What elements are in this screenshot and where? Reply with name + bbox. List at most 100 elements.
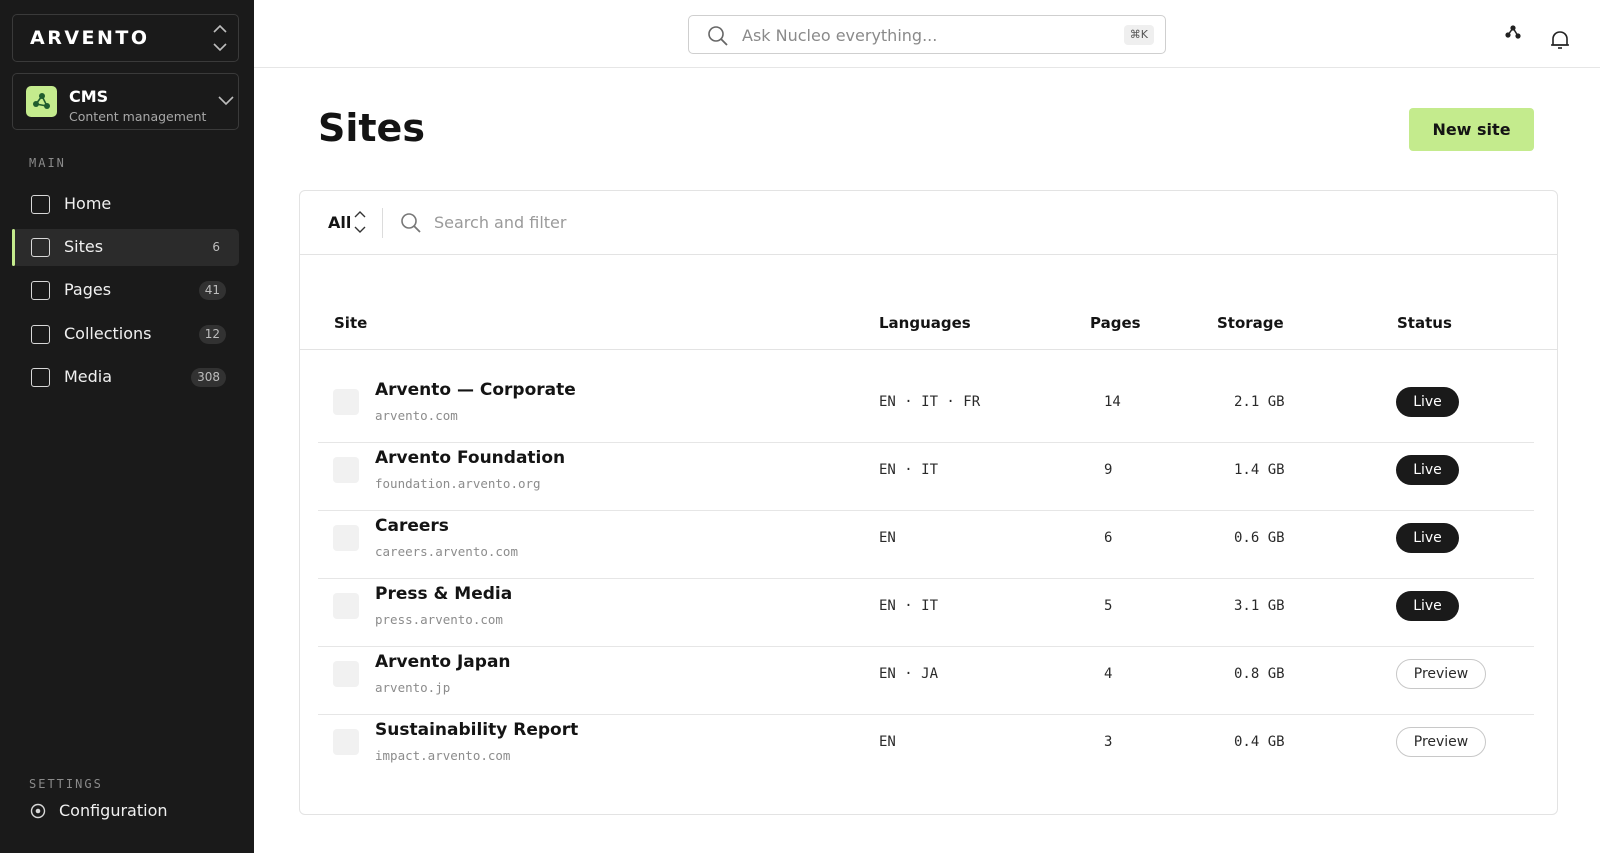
site-name[interactable]: Arvento — Corporate xyxy=(375,380,576,400)
site-languages: EN · IT xyxy=(879,598,939,614)
search-icon xyxy=(401,213,421,233)
site-thumbnail xyxy=(333,457,359,483)
pages-icon xyxy=(31,281,50,300)
site-thumbnail xyxy=(333,525,359,551)
count-badge: 6 xyxy=(212,240,220,254)
new-site-button[interactable]: New site xyxy=(1409,108,1534,151)
site-pages: 3 xyxy=(1104,734,1113,750)
filter-bar: All Search and filter xyxy=(300,191,1557,255)
column-header-status[interactable]: Status xyxy=(1397,314,1452,332)
site-storage: 0.6 GB xyxy=(1234,530,1285,546)
site-thumbnail xyxy=(333,389,359,415)
site-pages: 5 xyxy=(1104,598,1113,614)
filter-selected-value: All xyxy=(328,212,352,232)
site-name[interactable]: Careers xyxy=(375,516,449,536)
filter-select[interactable]: All xyxy=(328,207,367,237)
brand-name: ARVENTO xyxy=(30,27,150,49)
table-row[interactable]: Sustainability Report impact.arvento.com… xyxy=(318,715,1534,783)
page-title: Sites xyxy=(318,106,425,150)
status-badge: Live xyxy=(1396,523,1459,553)
sidebar-item-configuration[interactable]: Configuration xyxy=(30,801,168,820)
media-icon xyxy=(31,368,50,387)
status-badge: Preview xyxy=(1396,659,1486,689)
count-badge: 41 xyxy=(198,281,226,300)
site-pages: 4 xyxy=(1104,666,1113,682)
collections-icon xyxy=(31,325,50,344)
table-row[interactable]: Press & Media press.arvento.com EN · IT … xyxy=(318,579,1534,647)
site-languages: EN xyxy=(879,734,896,750)
section-label-main: MAIN xyxy=(29,156,66,170)
site-storage: 1.4 GB xyxy=(1234,462,1285,478)
configuration-label: Configuration xyxy=(59,801,168,820)
site-domain: arvento.jp xyxy=(375,680,451,695)
shortcut-hint: ⌘K xyxy=(1123,25,1154,45)
section-label-settings: SETTINGS xyxy=(29,777,103,791)
site-pages: 9 xyxy=(1104,462,1113,478)
site-name[interactable]: Arvento Foundation xyxy=(375,448,565,468)
column-header-site[interactable]: Site xyxy=(334,314,367,332)
workspace-subtitle: Content management xyxy=(69,109,207,124)
site-languages: EN xyxy=(879,530,896,546)
site-thumbnail xyxy=(333,661,359,687)
site-thumbnail xyxy=(333,593,359,619)
site-domain: arvento.com xyxy=(375,408,458,423)
chevron-up-down-icon xyxy=(354,211,366,233)
count-badge: 12 xyxy=(198,325,226,344)
column-header-pages[interactable]: Pages xyxy=(1090,314,1141,332)
sidebar-item-collections[interactable]: Collections 12 xyxy=(12,316,239,353)
sites-icon xyxy=(31,238,50,257)
sidebar: ARVENTO CMS Content management MAIN Home… xyxy=(0,0,254,853)
search-placeholder: Ask Nucleo everything... xyxy=(742,26,938,45)
sidebar-item-label: Collections xyxy=(64,324,152,343)
workspace-title: CMS xyxy=(69,87,109,106)
workspace-switcher[interactable]: CMS Content management xyxy=(12,73,239,130)
site-languages: EN · IT · FR xyxy=(879,394,981,410)
site-domain: press.arvento.com xyxy=(375,612,503,627)
settings-icon xyxy=(30,803,46,818)
site-storage: 0.8 GB xyxy=(1234,666,1285,682)
status-badge: Live xyxy=(1396,591,1459,621)
status-badge: Live xyxy=(1396,455,1459,485)
home-icon xyxy=(31,195,50,214)
table-row[interactable]: Arvento Foundation foundation.arvento.or… xyxy=(318,443,1534,511)
site-name[interactable]: Press & Media xyxy=(375,584,512,604)
brand-switcher[interactable]: ARVENTO xyxy=(12,14,239,62)
divider xyxy=(382,208,383,238)
bell-icon[interactable] xyxy=(1548,28,1572,52)
site-pages: 14 xyxy=(1104,394,1121,410)
integrations-icon[interactable] xyxy=(1501,22,1525,46)
status-badge: Live xyxy=(1396,387,1459,417)
column-header-languages[interactable]: Languages xyxy=(879,314,971,332)
sidebar-item-label: Sites xyxy=(64,237,104,256)
site-domain: careers.arvento.com xyxy=(375,544,518,559)
site-name[interactable]: Arvento Japan xyxy=(375,652,511,672)
topbar: Ask Nucleo everything... ⌘K xyxy=(254,0,1600,68)
chevron-down-icon xyxy=(218,96,234,106)
site-domain: impact.arvento.com xyxy=(375,748,511,763)
site-name[interactable]: Sustainability Report xyxy=(375,720,578,740)
site-domain: foundation.arvento.org xyxy=(375,476,541,491)
global-search-input[interactable]: Ask Nucleo everything... ⌘K xyxy=(688,15,1166,54)
sidebar-item-media[interactable]: Media 308 xyxy=(12,359,239,396)
sidebar-item-home[interactable]: Home xyxy=(12,186,239,223)
sidebar-item-label: Media xyxy=(64,367,113,386)
site-storage: 2.1 GB xyxy=(1234,394,1285,410)
header-divider xyxy=(300,349,1557,350)
table-row[interactable]: Careers careers.arvento.com EN 6 0.6 GB … xyxy=(318,511,1534,579)
chevron-up-down-icon xyxy=(213,24,227,52)
count-badge: 308 xyxy=(191,368,226,387)
filter-search-input[interactable]: Search and filter xyxy=(434,213,566,232)
sidebar-item-label: Home xyxy=(64,194,112,213)
sidebar-item-label: Pages xyxy=(64,280,112,299)
site-pages: 6 xyxy=(1104,530,1113,546)
sidebar-item-pages[interactable]: Pages 41 xyxy=(12,272,239,309)
cms-icon xyxy=(26,86,57,117)
table-row[interactable]: Arvento Japan arvento.jp EN · JA 4 0.8 G… xyxy=(318,647,1534,715)
search-icon xyxy=(708,26,728,46)
column-header-storage[interactable]: Storage xyxy=(1217,314,1284,332)
site-languages: EN · IT xyxy=(879,462,939,478)
site-thumbnail xyxy=(333,729,359,755)
table-row[interactable]: Arvento — Corporate arvento.com EN · IT … xyxy=(318,375,1534,443)
site-storage: 3.1 GB xyxy=(1234,598,1285,614)
sidebar-item-sites[interactable]: Sites 6 xyxy=(12,229,239,266)
